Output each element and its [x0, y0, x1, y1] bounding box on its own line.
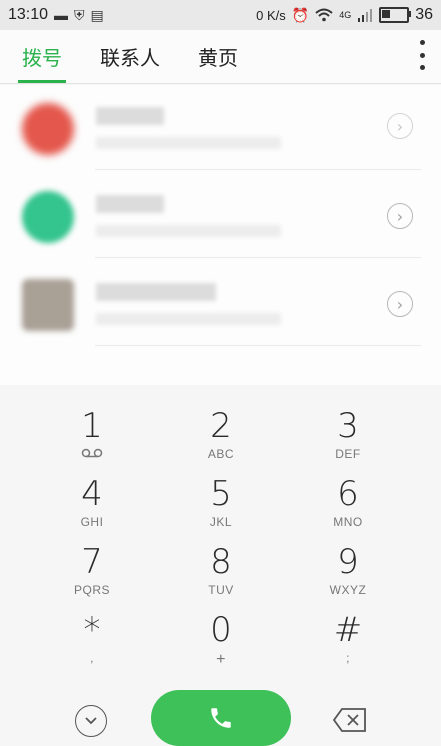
key-digit: 6 [337, 474, 359, 514]
dial-key-4[interactable]: 4 GHI [32, 475, 152, 541]
tab-dialer[interactable]: 拨号 [6, 29, 78, 83]
recent-call-item[interactable]: › [0, 261, 441, 346]
key-letters: + [216, 651, 226, 668]
key-letters: , [90, 651, 94, 665]
key-letters: JKL [209, 515, 233, 529]
key-digit: 9 [337, 542, 359, 582]
dial-key-7[interactable]: 7 PQRS [32, 543, 152, 609]
key-digit: 1 [81, 406, 103, 446]
status-left: 13:10 ▬ ⛨ ▤ [8, 6, 104, 24]
wifi-icon [315, 8, 333, 22]
call-detail-redacted [96, 137, 281, 149]
key-letters: PQRS [73, 583, 110, 597]
key-letters: GHI [80, 515, 104, 529]
dial-key-1[interactable]: 1 [32, 407, 152, 473]
call-detail-redacted [96, 225, 281, 237]
backspace-icon[interactable] [332, 707, 368, 733]
dial-key-2[interactable]: 2 ABC [161, 407, 281, 473]
tab-contacts[interactable]: 联系人 [84, 29, 176, 83]
dialpad: 1 2 ABC 3 DEF 4 GHI 5 JKL 6 MNO 7 PQRS 8… [0, 395, 441, 695]
battery-level: 36 [415, 6, 433, 23]
battery-icon [379, 7, 412, 23]
collapse-dialpad-button[interactable] [75, 705, 107, 737]
phone-icon [211, 708, 231, 728]
dial-key-star[interactable]: * , [32, 611, 152, 677]
key-letters: ABC [207, 447, 235, 461]
message-icon: ▬ [54, 7, 69, 23]
key-letters: TUV [208, 583, 234, 597]
network-type: 4G [339, 10, 352, 20]
chevron-right-icon: › [396, 206, 404, 226]
status-right: 0 K/s ⏰ 4G 36 [256, 6, 433, 24]
more-menu-icon[interactable] [417, 40, 427, 70]
tab-bar: 拨号 联系人 黄页 [0, 30, 441, 84]
key-digit: # [333, 610, 363, 650]
key-digit: 5 [210, 474, 232, 514]
dial-key-hash[interactable]: # ; [288, 611, 408, 677]
key-digit: 3 [337, 406, 359, 446]
notification-icon: ▤ [90, 7, 104, 23]
key-digit: 2 [210, 406, 232, 446]
call-detail-button[interactable]: › [387, 203, 413, 229]
call-button[interactable] [151, 690, 291, 746]
status-time: 13:10 [8, 6, 49, 23]
key-letters: ; [346, 651, 350, 665]
chevron-down-icon [85, 717, 97, 725]
key-letters: WXYZ [329, 583, 367, 597]
dial-key-8[interactable]: 8 TUV [161, 543, 281, 609]
recent-call-item[interactable]: › [0, 85, 441, 170]
dial-key-3[interactable]: 3 DEF [288, 407, 408, 473]
signal-icon [358, 9, 373, 22]
contact-name-redacted [96, 107, 164, 125]
data-speed: 0 K/s [256, 7, 286, 23]
shield-icon: ⛨ [74, 7, 85, 23]
chevron-right-icon: › [396, 116, 404, 136]
dial-key-5[interactable]: 5 JKL [161, 475, 281, 541]
status-bar: 13:10 ▬ ⛨ ▤ 0 K/s ⏰ 4G 36 [0, 0, 441, 30]
key-letters: MNO [333, 515, 363, 529]
contact-avatar [22, 191, 74, 243]
tab-yellow-pages[interactable]: 黄页 [182, 29, 254, 83]
call-detail-button[interactable]: › [387, 113, 413, 139]
key-digit: 4 [81, 474, 103, 514]
chevron-right-icon: › [396, 294, 404, 314]
dial-key-6[interactable]: 6 MNO [288, 475, 408, 541]
alarm-icon: ⏰ [291, 7, 310, 23]
contact-avatar [22, 103, 74, 155]
voicemail-icon [81, 448, 103, 458]
key-digit: 8 [210, 542, 232, 582]
dial-key-9[interactable]: 9 WXYZ [288, 543, 408, 609]
dialer-action-bar [0, 690, 441, 746]
call-detail-redacted [96, 313, 281, 325]
recent-call-list: › › › [0, 85, 441, 385]
recent-call-item[interactable]: › [0, 173, 441, 258]
key-digit: * [83, 610, 101, 650]
contact-name-redacted [96, 283, 216, 301]
dial-key-0[interactable]: 0 + [161, 611, 281, 677]
contact-avatar [22, 279, 74, 331]
key-digit: 0 [210, 610, 232, 650]
call-detail-button[interactable]: › [387, 291, 413, 317]
key-digit: 7 [81, 542, 103, 582]
key-letters: DEF [335, 447, 361, 461]
contact-name-redacted [96, 195, 164, 213]
